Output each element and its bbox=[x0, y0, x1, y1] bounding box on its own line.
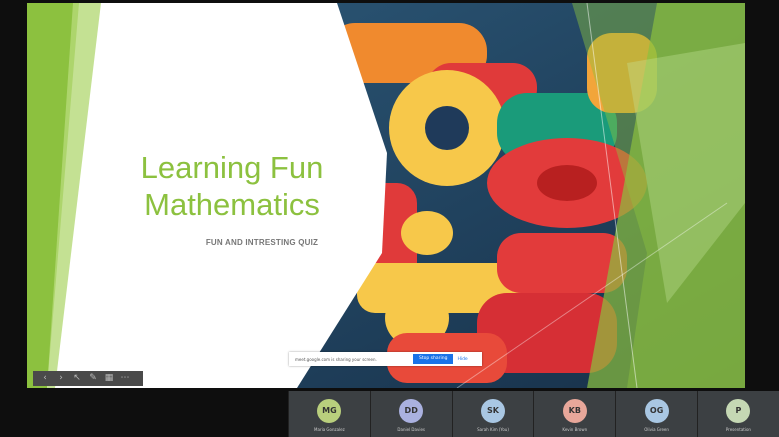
participant-name: Maria Gonzalez bbox=[314, 427, 345, 432]
participant-tile[interactable]: P Presentation bbox=[696, 391, 779, 437]
slide-title-line2: Mathematics bbox=[144, 187, 320, 222]
participant-name: Presentation bbox=[725, 427, 751, 432]
pointer-icon[interactable]: ↖ bbox=[69, 372, 85, 385]
participant-tile[interactable]: KB Kevin Brown bbox=[533, 391, 616, 437]
participant-name: Sarah Kim (You) bbox=[477, 427, 509, 432]
slide-title-line1: Learning Fun bbox=[140, 150, 324, 185]
participant-tile[interactable]: DD Daniel Davies bbox=[369, 391, 452, 437]
pen-icon[interactable]: ✎ bbox=[85, 372, 101, 385]
presentation-slide: Learning Fun Mathematics FUN AND INTREST… bbox=[27, 3, 745, 388]
grid-icon[interactable]: ▦ bbox=[101, 372, 117, 385]
participant-name: Olivia Green bbox=[644, 427, 669, 432]
slide-subtitle: FUN AND INTRESTING QUIZ bbox=[205, 238, 319, 247]
stop-sharing-button[interactable]: Stop sharing bbox=[413, 354, 454, 364]
avatar: P bbox=[726, 399, 751, 423]
more-icon[interactable]: ⋯ bbox=[117, 372, 133, 385]
avatar: KB bbox=[562, 399, 587, 423]
screen-share-bar: meet.google.com is sharing your screen. … bbox=[289, 352, 482, 366]
participant-name: Kevin Brown bbox=[562, 427, 588, 432]
avatar: MG bbox=[317, 399, 342, 423]
avatar: DD bbox=[399, 399, 424, 423]
hide-button[interactable]: Hide bbox=[457, 357, 467, 362]
next-icon[interactable]: › bbox=[53, 372, 69, 385]
slide-title: Learning Fun Mathematics bbox=[87, 149, 377, 223]
share-message: meet.google.com is sharing your screen. bbox=[295, 356, 377, 362]
slide-toolbar: ‹ › ↖ ✎ ▦ ⋯ bbox=[33, 371, 143, 386]
participant-tile[interactable]: OG Olivia Green bbox=[615, 391, 697, 437]
participant-name: Daniel Davies bbox=[397, 427, 425, 432]
avatar: OG bbox=[644, 399, 669, 423]
participant-tile[interactable]: MG Maria Gonzalez bbox=[288, 391, 370, 437]
participant-tile[interactable]: SK Sarah Kim (You) bbox=[451, 391, 534, 437]
participants-strip: MG Maria Gonzalez DD Daniel Davies SK Sarah K… bbox=[288, 391, 779, 437]
prev-icon[interactable]: ‹ bbox=[37, 372, 53, 385]
avatar: SK bbox=[480, 399, 505, 423]
